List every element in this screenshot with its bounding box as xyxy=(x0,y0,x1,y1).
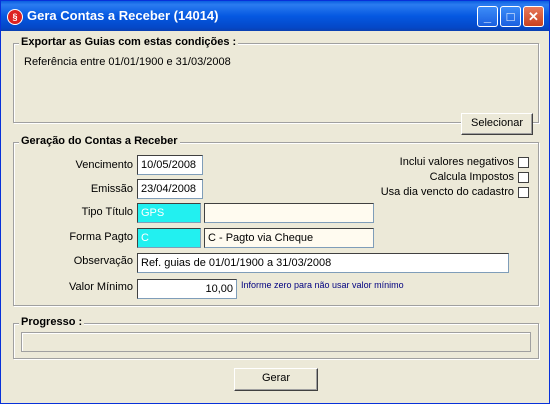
tipo-titulo-description-field[interactable] xyxy=(204,203,374,223)
vencimento-label: Vencimento xyxy=(75,159,133,171)
valor-minimo-hint: Informe zero para não usar valor mínimo xyxy=(241,280,404,290)
checkbox-label-taxes: Calcula Impostos xyxy=(429,171,514,183)
forma-pagto-description-field[interactable]: C - Pagto via Cheque xyxy=(204,228,374,248)
title-bar[interactable]: § Gera Contas a Receber (14014) _ □ ✕ xyxy=(1,1,549,31)
valor-minimo-field[interactable]: 10,00 xyxy=(137,279,237,299)
emissao-field[interactable]: 23/04/2008 xyxy=(137,179,203,199)
maximize-icon: □ xyxy=(506,9,515,24)
generation-group-title: Geração do Contas a Receber xyxy=(19,135,180,147)
use-due-day-checkbox[interactable] xyxy=(518,187,529,198)
checkbox-label-due-day: Usa dia vencto do cadastro xyxy=(380,186,514,198)
close-icon: ✕ xyxy=(528,9,539,24)
tipo-titulo-label: Tipo Título xyxy=(81,206,133,218)
valor-minimo-label: Valor Mínimo xyxy=(69,281,133,293)
include-negative-checkbox[interactable] xyxy=(518,157,529,168)
export-condition-text: Referência entre 01/01/1900 e 31/03/2008 xyxy=(24,56,231,68)
progress-bar xyxy=(21,332,531,352)
select-button[interactable]: Selecionar xyxy=(461,113,533,135)
progress-group-title: Progresso : xyxy=(19,316,85,328)
app-icon: § xyxy=(7,9,23,25)
close-button[interactable]: ✕ xyxy=(523,6,544,27)
window-title: Gera Contas a Receber (14014) xyxy=(27,8,219,23)
minimize-button[interactable]: _ xyxy=(477,6,498,27)
forma-pagto-label: Forma Pagto xyxy=(69,231,133,243)
observacao-label: Observação xyxy=(73,255,133,267)
checkbox-label-negative: Inclui valores negativos xyxy=(399,156,514,168)
emissao-label: Emissão xyxy=(90,183,133,195)
tipo-titulo-code-field[interactable]: GPS xyxy=(137,203,201,223)
vencimento-field[interactable]: 10/05/2008 xyxy=(137,155,203,175)
generate-button[interactable]: Gerar xyxy=(234,368,318,391)
maximize-button[interactable]: □ xyxy=(500,6,521,27)
observacao-field[interactable]: Ref. guias de 01/01/1900 a 31/03/2008 xyxy=(137,253,509,273)
forma-pagto-code-field[interactable]: C xyxy=(137,228,201,248)
export-group-title: Exportar as Guias com estas condições : xyxy=(19,36,239,48)
generate-button-label: Gerar xyxy=(261,372,291,384)
main-window: § Gera Contas a Receber (14014) _ □ ✕ Ex… xyxy=(0,0,550,404)
calculate-taxes-checkbox[interactable] xyxy=(518,172,529,183)
minimize-icon: _ xyxy=(483,9,492,24)
export-conditions-group: Exportar as Guias com estas condições : … xyxy=(13,36,539,123)
